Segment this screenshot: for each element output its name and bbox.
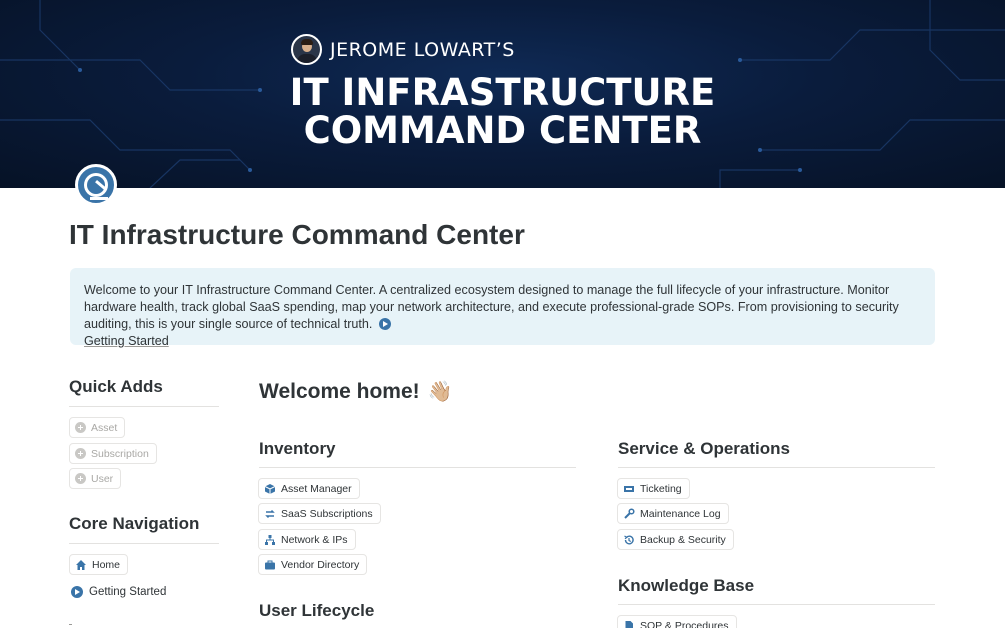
play-circle-icon <box>378 318 391 330</box>
button-label: Asset <box>91 421 118 434</box>
divider <box>618 467 935 468</box>
welcome-text: Welcome home! <box>259 379 420 403</box>
bullet-mark <box>69 624 72 625</box>
button-label: SOP & Procedures <box>640 619 729 628</box>
divider <box>69 543 219 544</box>
plus-circle-icon <box>75 422 86 433</box>
button-label: SaaS Subscriptions <box>281 507 373 520</box>
divider <box>618 604 935 605</box>
network-ips-button[interactable]: Network & IPs <box>258 529 356 550</box>
callout-text: Welcome to your IT Infrastructure Comman… <box>84 283 899 331</box>
nav-home-button[interactable]: Home <box>69 554 129 575</box>
owner-avatar <box>291 34 322 65</box>
history-icon <box>624 534 634 544</box>
quick-adds-heading: Quick Adds <box>69 377 163 396</box>
service-operations-heading: Service & Operations <box>618 439 790 458</box>
plus-circle-icon <box>75 448 86 459</box>
play-circle-icon <box>71 586 83 598</box>
button-label: Maintenance Log <box>640 507 721 520</box>
wave-emoji: 👋🏼 <box>427 381 453 403</box>
button-label: Vendor Directory <box>281 558 360 571</box>
button-label: Home <box>92 558 121 571</box>
knowledge-base-heading: Knowledge Base <box>618 576 755 595</box>
network-icon <box>265 534 275 545</box>
welcome-heading: Welcome home! 👋🏼 <box>259 379 453 404</box>
banner-title-line1: IT INFRASTRUCTURE <box>289 71 716 114</box>
button-label: Subscription <box>91 447 149 460</box>
gauge-icon[interactable] <box>75 164 117 206</box>
getting-started-link[interactable]: Getting Started <box>84 334 169 348</box>
banner-owner: JEROME LOWART’S <box>291 34 515 65</box>
plus-circle-icon <box>75 473 86 484</box>
button-label: Network & IPs <box>281 533 348 546</box>
button-label: Asset Manager <box>281 482 352 495</box>
vendor-directory-button[interactable]: Vendor Directory <box>258 554 368 575</box>
button-label: User <box>91 472 114 485</box>
sop-procedures-button[interactable]: SOP & Procedures <box>617 615 737 628</box>
saas-subscriptions-button[interactable]: SaaS Subscriptions <box>258 503 381 524</box>
inventory-heading: Inventory <box>259 439 336 458</box>
maintenance-log-button[interactable]: Maintenance Log <box>617 503 729 524</box>
button-label: Backup & Security <box>640 533 726 546</box>
ticket-icon <box>624 485 634 492</box>
home-icon <box>76 559 86 570</box>
asset-manager-button[interactable]: Asset Manager <box>258 478 360 499</box>
button-label: Ticketing <box>640 482 682 495</box>
briefcase-icon <box>265 560 275 569</box>
wrench-icon <box>624 507 635 519</box>
ticketing-button[interactable]: Ticketing <box>617 478 690 499</box>
sync-icon <box>265 509 275 518</box>
backup-security-button[interactable]: Backup & Security <box>617 529 734 550</box>
intro-callout: Welcome to your IT Infrastructure Comman… <box>70 268 935 348</box>
quick-add-asset-button[interactable]: Asset <box>69 417 126 438</box>
quick-add-subscription-button[interactable]: Subscription <box>69 443 157 464</box>
cube-icon <box>264 483 276 494</box>
document-icon <box>625 620 633 628</box>
core-navigation-heading: Core Navigation <box>69 514 200 533</box>
cover-banner: JEROME LOWART’S IT INFRASTRUCTURE COMMAN… <box>0 0 1005 188</box>
divider <box>259 467 576 468</box>
divider <box>69 406 219 407</box>
banner-title-line2: COMMAND CENTER <box>303 109 702 152</box>
nav-getting-started-link[interactable]: Getting Started <box>71 586 166 598</box>
page-title: IT Infrastructure Command Center <box>69 219 525 250</box>
quick-add-user-button[interactable]: User <box>69 468 122 489</box>
owner-name: JEROME LOWART’S <box>330 38 515 61</box>
user-lifecycle-heading: User Lifecycle <box>259 601 375 620</box>
link-label: Getting Started <box>89 586 167 598</box>
